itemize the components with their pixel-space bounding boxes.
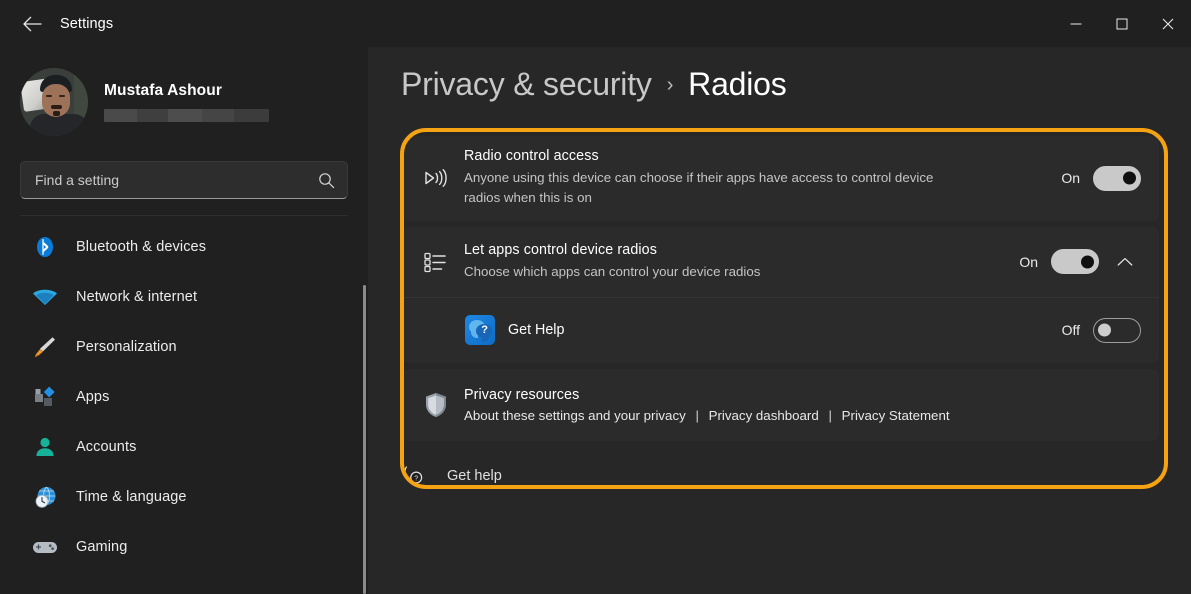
back-arrow-icon: [22, 16, 42, 31]
page-title: Radios: [688, 66, 787, 102]
sidebar-item-bluetooth-devices[interactable]: Bluetooth & devices: [20, 222, 368, 272]
sidebar-item-accounts[interactable]: Accounts: [20, 422, 368, 472]
sidebar-item-network-internet[interactable]: Network & internet: [20, 272, 368, 322]
privacy-link-about[interactable]: About these settings and your privacy: [464, 408, 686, 423]
let-apps-control-radios-row[interactable]: Let apps control device radios Choose wh…: [401, 227, 1159, 297]
title-bar: Settings: [0, 0, 1191, 47]
sidebar-item-label: Time & language: [76, 489, 187, 505]
minimize-button[interactable]: [1053, 0, 1099, 47]
main-content: Privacy & security › Radios Radio contro…: [368, 47, 1191, 594]
privacy-resources-links: About these settings and your privacy | …: [464, 408, 1124, 423]
svg-text:?: ?: [414, 476, 418, 483]
sidebar-item-personalization[interactable]: Personalization: [20, 322, 368, 372]
privacy-resources-title: Privacy resources: [464, 386, 580, 403]
help-bubble-icon: ?: [401, 463, 427, 489]
privacy-resources-card: Privacy resources About these settings a…: [401, 368, 1159, 441]
setting-description: Choose which apps can control your devic…: [464, 263, 761, 279]
minimize-icon: [1070, 23, 1082, 24]
get-help-app-icon: ?: [463, 315, 497, 346]
search-box[interactable]: [20, 161, 348, 199]
setting-title: Radio control access: [464, 148, 599, 164]
toggle-state-label: Off: [1061, 322, 1080, 339]
radio-control-access-card: Radio control access Anyone using this d…: [401, 136, 1159, 221]
app-entry-control: Off: [1061, 317, 1141, 343]
back-button[interactable]: [12, 8, 52, 40]
sidebar-item-label: Network & internet: [76, 289, 198, 305]
chevron-up-icon: [1117, 257, 1133, 266]
radio-control-access-row[interactable]: Radio control access Anyone using this d…: [401, 136, 1159, 221]
setting-title: Let apps control device radios: [464, 241, 657, 258]
wifi-icon: [32, 284, 58, 310]
sidebar-nav: Bluetooth & devices Network & internet P…: [0, 222, 368, 572]
sidebar-item-label: Gaming: [76, 539, 128, 555]
setting-control: On: [1019, 246, 1141, 278]
privacy-link-dashboard[interactable]: Privacy dashboard: [709, 408, 819, 423]
link-separator: |: [695, 407, 699, 423]
breadcrumb-separator: ›: [666, 74, 674, 96]
close-button[interactable]: [1145, 0, 1191, 47]
maximize-icon: [1116, 18, 1128, 29]
setting-description: Anyone using this device can choose if t…: [464, 170, 934, 206]
window-controls: [1053, 0, 1191, 47]
sidebar-item-gaming[interactable]: Gaming: [20, 522, 368, 572]
app-entry-name: Get Help: [508, 322, 565, 339]
privacy-link-statement[interactable]: Privacy Statement: [842, 408, 950, 423]
sidebar-divider: [20, 215, 348, 216]
close-icon: [1162, 18, 1174, 29]
search-icon: [318, 172, 335, 189]
clock-globe-icon: [32, 484, 58, 510]
radio-broadcast-icon: [419, 167, 453, 189]
paintbrush-icon: [32, 334, 58, 360]
profile-section[interactable]: Mustafa Ashour: [0, 47, 368, 139]
let-apps-control-radios-toggle[interactable]: [1051, 249, 1099, 275]
get-help-toggle[interactable]: [1093, 317, 1141, 343]
toggle-state-label: On: [1061, 170, 1080, 187]
sidebar-scrollbar-thumb[interactable]: [363, 285, 366, 594]
settings-cards: Radio control access Anyone using this d…: [401, 136, 1159, 447]
get-help-label: Get help: [447, 468, 502, 484]
setting-control: On: [1061, 165, 1141, 191]
app-title: Settings: [60, 15, 114, 32]
apps-icon: [32, 384, 58, 410]
sidebar: Mustafa Ashour Bluetooth & devices: [0, 47, 368, 594]
sidebar-item-time-language[interactable]: Time & language: [20, 472, 368, 522]
app-entry-get-help[interactable]: ? Get Help Off: [401, 298, 1159, 363]
avatar: [20, 68, 88, 136]
gamepad-icon: [32, 534, 58, 560]
sidebar-item-label: Accounts: [76, 439, 137, 455]
let-apps-control-radios-card: Let apps control device radios Choose wh…: [401, 226, 1159, 363]
search-input[interactable]: [35, 172, 318, 188]
breadcrumb: Privacy & security › Radios: [401, 66, 787, 103]
bluetooth-icon: [32, 234, 58, 260]
profile-email-redacted: [104, 109, 269, 122]
breadcrumb-parent[interactable]: Privacy & security: [401, 66, 652, 103]
sidebar-item-label: Apps: [76, 389, 110, 405]
maximize-button[interactable]: [1099, 0, 1145, 47]
expand-collapse-button[interactable]: [1109, 246, 1141, 278]
link-separator: |: [828, 407, 832, 423]
profile-name: Mustafa Ashour: [104, 82, 222, 99]
shield-icon: [419, 391, 453, 419]
sidebar-item-apps[interactable]: Apps: [20, 372, 368, 422]
radio-control-access-toggle[interactable]: [1093, 165, 1141, 191]
app-list-icon: [419, 250, 453, 274]
person-icon: [32, 434, 58, 460]
get-help-footer-link[interactable]: ? Get help: [401, 459, 502, 493]
privacy-resources-row: Privacy resources About these settings a…: [401, 369, 1159, 441]
sidebar-item-label: Personalization: [76, 339, 177, 355]
sidebar-item-label: Bluetooth & devices: [76, 239, 207, 255]
toggle-state-label: On: [1019, 253, 1038, 270]
